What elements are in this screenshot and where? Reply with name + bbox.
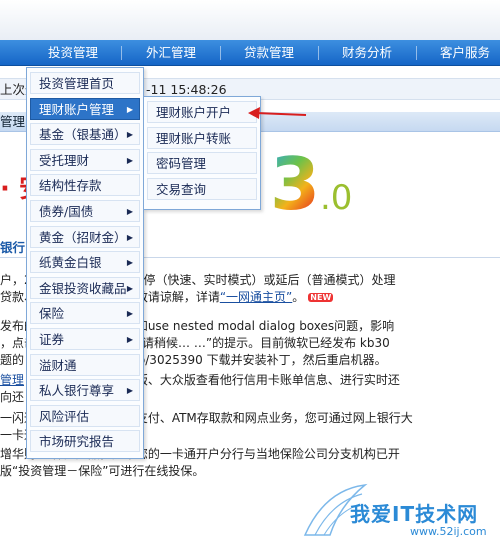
submenu-arrow-icon: ▶ <box>126 309 133 319</box>
menu-item-bonds[interactable]: 债券/国债 ▶ <box>29 198 141 224</box>
submenu-arrow-icon: ▶ <box>126 206 133 216</box>
invest-dropdown-menu: 投资管理首页 理财账户管理 ▶ 基金（银基通） ▶ 受托理财 ▶ 结构性存款 债券/国… <box>26 67 144 459</box>
submenu-arrow-icon: ▶ <box>126 232 133 242</box>
portal-link[interactable]: “一网通主页” <box>220 290 292 304</box>
banner-version-decimal: .0 <box>320 178 353 218</box>
menu-item-fund[interactable]: 基金（银基通） ▶ <box>29 121 141 147</box>
menu-item-market-research[interactable]: 市场研究报告 <box>29 428 141 454</box>
submenu-arrow-icon: ▶ <box>126 334 133 344</box>
submenu-item-password[interactable]: 密码管理 <box>146 150 258 176</box>
submenu-arrow-icon: ▶ <box>126 104 133 114</box>
nav-customer[interactable]: 客户服务 <box>430 40 500 66</box>
nav-separator <box>121 46 122 60</box>
nav-invest[interactable]: 投资管理 <box>38 40 108 66</box>
nav-separator <box>416 46 417 60</box>
nav-separator <box>220 46 221 60</box>
wealth-account-submenu: 理财账户开户 理财账户转账 密码管理 交易查询 <box>143 96 261 210</box>
menu-item-securities[interactable]: 证券 ▶ <box>29 326 141 352</box>
menu-item-risk-assessment[interactable]: 风险评估 <box>29 403 141 429</box>
menu-item-private-banking[interactable]: 私人银行尊享 ▶ <box>29 377 141 403</box>
nav-forex[interactable]: 外汇管理 <box>136 40 206 66</box>
news-link[interactable]: 管理 <box>0 373 24 387</box>
submenu-item-transaction-query[interactable]: 交易查询 <box>146 176 258 202</box>
red-pointer-arrow-icon <box>248 107 307 119</box>
submenu-arrow-icon: ▶ <box>126 130 133 140</box>
menu-item-structured-deposit[interactable]: 结构性存款 <box>29 172 141 198</box>
submenu-arrow-icon: ▶ <box>126 258 133 268</box>
menu-item-gold[interactable]: 黄金（招财金） ▶ <box>29 224 141 250</box>
submenu-item-transfer[interactable]: 理财账户转账 <box>146 125 258 151</box>
news-line: 版“投资管理－保险”可进行在线投保。 <box>0 464 205 478</box>
nav-loan[interactable]: 贷款管理 <box>234 40 304 66</box>
site-watermark: 我爱IT技术网 www.52ij.com <box>300 480 500 543</box>
menu-item-insurance[interactable]: 保险 ▶ <box>29 300 141 326</box>
menu-item-collectibles[interactable]: 金银投资收藏品 ▶ <box>29 275 141 301</box>
new-badge: NEW <box>308 293 334 302</box>
submenu-arrow-icon: ▶ <box>126 386 133 396</box>
banner-version-digit: 3 <box>270 142 321 226</box>
submenu-item-open-account[interactable]: 理财账户开户 <box>146 99 258 125</box>
menu-item-paper-gold[interactable]: 纸黄金白银 ▶ <box>29 249 141 275</box>
menu-item-wealth-account[interactable]: 理财账户管理 ▶ <box>29 96 141 122</box>
submenu-arrow-icon: ▶ <box>126 155 133 165</box>
sub-header-text: 管理 <box>0 114 26 129</box>
nav-finance[interactable]: 财务分析 <box>332 40 402 66</box>
header-strip <box>0 0 500 40</box>
nav-separator <box>318 46 319 60</box>
menu-item-yicaitong[interactable]: 溢财通 <box>29 352 141 378</box>
watermark-text: 我爱IT技术网 <box>350 502 479 526</box>
submenu-arrow-icon: ▶ <box>126 283 133 293</box>
main-nav: 投资管理 外汇管理 贷款管理 财务分析 客户服务 <box>0 40 500 66</box>
watermark-url: www.52ij.com <box>410 525 487 538</box>
menu-item-trust[interactable]: 受托理财 ▶ <box>29 147 141 173</box>
menu-item-invest-home[interactable]: 投资管理首页 <box>29 70 141 96</box>
